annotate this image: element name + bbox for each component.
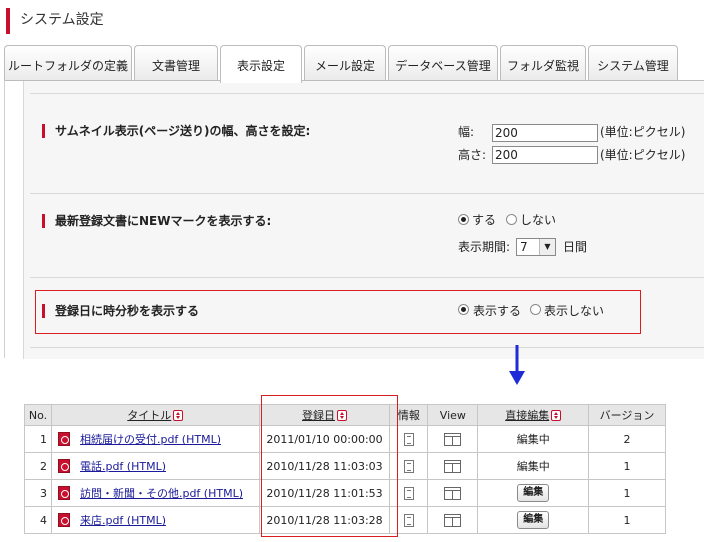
document-info-icon[interactable] xyxy=(403,459,414,473)
version-cell: 1 xyxy=(588,452,666,480)
edit-cell: 編集 xyxy=(477,506,590,534)
newmark-setting-label: 最新登録文書にNEWマークを表示する: xyxy=(42,214,271,228)
thumbnail-setting-label: サムネイル表示(ページ送り)の幅、高さを設定: xyxy=(42,124,310,138)
divider xyxy=(30,93,704,94)
thumbnail-height-input[interactable]: 200 xyxy=(492,146,598,164)
edit-status: 編集中 xyxy=(477,452,590,480)
datetime-show-radio[interactable] xyxy=(458,304,469,315)
newmark-period-value: 7 xyxy=(520,240,528,254)
column-header-no: No. xyxy=(24,404,52,426)
datetime-show-label: 表示する xyxy=(473,304,522,318)
page-title: システム設定 xyxy=(6,8,104,34)
sort-icon[interactable] xyxy=(551,410,562,421)
date-column-highlight xyxy=(261,395,398,537)
row-number: 1 xyxy=(24,425,52,453)
tab-display-settings[interactable]: 表示設定 xyxy=(220,45,302,83)
edit-cell: 編集 xyxy=(477,479,590,507)
newmark-yes-label: する xyxy=(472,213,497,227)
version-cell: 1 xyxy=(588,506,666,534)
divider xyxy=(30,193,704,194)
edit-sort-link[interactable]: 直接編集 xyxy=(505,409,549,422)
thumbnail-width-label: 幅: xyxy=(458,125,475,139)
chevron-down-icon: ▼ xyxy=(539,239,555,255)
newmark-no-label: しない xyxy=(520,213,557,227)
title-sort-link[interactable]: タイトル xyxy=(127,409,171,422)
sort-icon[interactable] xyxy=(173,410,184,421)
document-link[interactable]: 電話.pdf (HTML) xyxy=(80,460,166,473)
title-cell: 来店.pdf (HTML) xyxy=(50,506,260,534)
edit-status: 編集中 xyxy=(477,425,590,453)
view-cell xyxy=(427,425,479,453)
row-number: 2 xyxy=(24,452,52,480)
pdf-icon[interactable] xyxy=(57,513,70,527)
column-header-edit[interactable]: 直接編集 xyxy=(477,404,590,426)
title-cell: 相続届けの受付.pdf (HTML) xyxy=(50,425,260,453)
view-icon[interactable] xyxy=(444,459,462,473)
divider xyxy=(30,277,704,278)
column-header-view: View xyxy=(427,404,479,426)
newmark-period-select[interactable]: 7 ▼ xyxy=(516,238,556,256)
document-link[interactable]: 来店.pdf (HTML) xyxy=(80,514,166,527)
tab-root-folder[interactable]: ルートフォルダの定義 xyxy=(4,45,132,81)
newmark-no-radio[interactable] xyxy=(506,214,517,225)
pdf-icon[interactable] xyxy=(57,459,70,473)
arrow-down-icon xyxy=(509,345,525,385)
tab-mail-settings[interactable]: メール設定 xyxy=(304,45,386,81)
row-number: 3 xyxy=(24,479,52,507)
title-cell: 訪問・新聞・その他.pdf (HTML) xyxy=(50,479,260,507)
title-cell: 電話.pdf (HTML) xyxy=(50,452,260,480)
divider xyxy=(30,347,704,348)
settings-tabs: ルートフォルダの定義 文書管理 表示設定 メール設定 データベース管理 フォルダ… xyxy=(4,45,704,83)
tab-database-management[interactable]: データベース管理 xyxy=(388,45,498,81)
thumbnail-width-unit: (単位:ピクセル) xyxy=(600,125,686,139)
document-link[interactable]: 訪問・新聞・その他.pdf (HTML) xyxy=(80,487,243,500)
pdf-icon[interactable] xyxy=(57,432,70,446)
datetime-hide-radio[interactable] xyxy=(530,304,541,315)
tab-system-management[interactable]: システム管理 xyxy=(588,45,678,81)
document-info-icon[interactable] xyxy=(403,432,414,446)
view-icon[interactable] xyxy=(444,513,462,527)
document-info-icon[interactable] xyxy=(403,513,414,527)
view-cell xyxy=(427,452,479,480)
column-header-title[interactable]: タイトル xyxy=(50,404,260,426)
thumbnail-height-label: 高さ: xyxy=(458,148,487,162)
datetime-hide-label: 表示しない xyxy=(544,304,605,318)
view-cell xyxy=(427,479,479,507)
pdf-icon[interactable] xyxy=(57,486,70,500)
document-link[interactable]: 相続届けの受付.pdf (HTML) xyxy=(80,433,221,446)
version-cell: 2 xyxy=(588,425,666,453)
thumbnail-height-unit: (単位:ピクセル) xyxy=(600,148,686,162)
newmark-yes-radio[interactable] xyxy=(458,214,469,225)
newmark-period-label: 表示期間: xyxy=(458,240,511,254)
version-cell: 1 xyxy=(588,479,666,507)
view-icon[interactable] xyxy=(444,486,462,500)
column-header-version: バージョン xyxy=(588,404,666,426)
tab-document-management[interactable]: 文書管理 xyxy=(134,45,218,81)
row-number: 4 xyxy=(24,506,52,534)
thumbnail-width-input[interactable]: 200 xyxy=(492,124,598,142)
tab-folder-monitor[interactable]: フォルダ監視 xyxy=(500,45,586,81)
edit-button[interactable]: 編集 xyxy=(517,484,550,502)
newmark-period-unit: 日間 xyxy=(563,240,588,254)
datetime-setting-label: 登録日に時分秒を表示する xyxy=(42,304,199,318)
view-icon[interactable] xyxy=(444,432,462,446)
document-info-icon[interactable] xyxy=(403,486,414,500)
view-cell xyxy=(427,506,479,534)
edit-button[interactable]: 編集 xyxy=(517,511,550,529)
